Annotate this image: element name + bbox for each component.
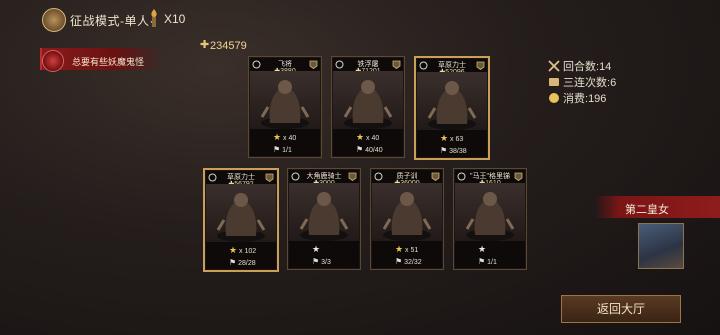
torch-icon <box>151 9 157 27</box>
demon-avatar-icon <box>42 50 64 72</box>
stat-rounds-value: 14 <box>599 61 612 73</box>
star-icon: ★ <box>312 244 321 254</box>
princess-name: 第二皇女 <box>625 204 669 216</box>
stat-cost-value: 196 <box>588 93 607 105</box>
star-icon: ★ <box>229 245 238 255</box>
troop-icon: ⚑ <box>440 146 448 155</box>
stat-triple-value: 6 <box>610 77 617 89</box>
unit-card[interactable]: 质子训 ✚36000 ★ x 51 ⚑ 32/32 <box>370 168 444 270</box>
stat-cost: 消费:196 <box>548 90 606 106</box>
unit-portrait <box>417 72 487 130</box>
unit-card[interactable]: 铁浮屠 ✚71201 ★ x 40 ⚑ 40/40 <box>331 56 405 158</box>
unit-card[interactable]: "马王"格里锑 ✚1610 ★ ⚑ 1/1 <box>453 168 527 270</box>
unit-star-count: ★ x 102 <box>229 245 257 255</box>
event-banner-text: 总要有些妖魔鬼怪 <box>72 57 145 67</box>
unit-portrait <box>250 71 320 129</box>
stat-triple: 三连次数:6 <box>548 74 616 90</box>
stat-triple-label: 三连次数: <box>563 77 611 89</box>
power-icon: ✚ <box>200 39 210 51</box>
coin-icon <box>549 93 559 103</box>
mode-emblem-icon <box>42 8 66 32</box>
troop-icon: ⚑ <box>395 257 403 266</box>
stat-rounds: 回合数:14 <box>548 58 611 74</box>
unit-star-count: ★ x 63 <box>440 133 464 143</box>
unit-troop-count: ⚑ 1/1 <box>273 145 292 154</box>
unit-portrait <box>206 184 276 242</box>
troop-icon: ⚑ <box>356 145 364 154</box>
troop-icon: ⚑ <box>478 257 486 266</box>
unit-portrait <box>372 183 442 241</box>
unit-troop-count: ⚑ 32/32 <box>395 257 422 266</box>
unit-star-count: ★ x 40 <box>356 132 380 142</box>
unit-card[interactable]: 草原力士 ✚56792 ★ x 102 ⚑ 28/28 <box>203 168 279 272</box>
unit-troop-count: ⚑ 28/28 <box>229 258 256 267</box>
stat-rounds-label: 回合数: <box>563 61 600 73</box>
scroll-icon <box>549 78 559 86</box>
unit-portrait <box>289 183 359 241</box>
unit-portrait <box>333 71 403 129</box>
princess-portrait[interactable] <box>638 223 684 269</box>
unit-troop-count: ⚑ 40/40 <box>356 145 383 154</box>
unit-troop-count: ⚑ 38/38 <box>440 146 467 155</box>
troop-icon: ⚑ <box>229 258 237 267</box>
star-icon: ★ <box>273 132 282 142</box>
unit-card[interactable]: 草原力士 ✚52096 ★ x 63 ⚑ 38/38 <box>414 56 490 160</box>
total-power: 234579 <box>210 40 247 52</box>
unit-star-count: ★ <box>478 244 486 255</box>
star-icon: ★ <box>440 133 449 143</box>
troop-icon: ⚑ <box>273 145 281 154</box>
mode-count: X10 <box>164 12 186 26</box>
crossed-swords-icon <box>548 60 560 72</box>
star-icon: ★ <box>356 132 365 142</box>
star-icon: ★ <box>395 244 404 254</box>
unit-troop-count: ⚑ 1/1 <box>478 257 497 266</box>
unit-card[interactable]: 飞将 ✚3880 ★ x 40 ⚑ 1/1 <box>248 56 322 158</box>
unit-portrait <box>455 183 525 241</box>
troop-icon: ⚑ <box>312 257 320 266</box>
unit-star-count: ★ <box>312 244 320 255</box>
unit-troop-count: ⚑ 3/3 <box>312 257 331 266</box>
return-lobby-button[interactable]: 返回大厅 <box>561 295 681 323</box>
mode-title: 征战模式-单人· <box>70 14 154 28</box>
unit-card[interactable]: 大角鹿骑士 ✚3000 ★ ⚑ 3/3 <box>287 168 361 270</box>
stat-cost-label: 消费: <box>563 93 589 105</box>
unit-star-count: ★ x 51 <box>395 244 419 254</box>
unit-star-count: ★ x 40 <box>273 132 297 142</box>
star-icon: ★ <box>478 244 487 254</box>
